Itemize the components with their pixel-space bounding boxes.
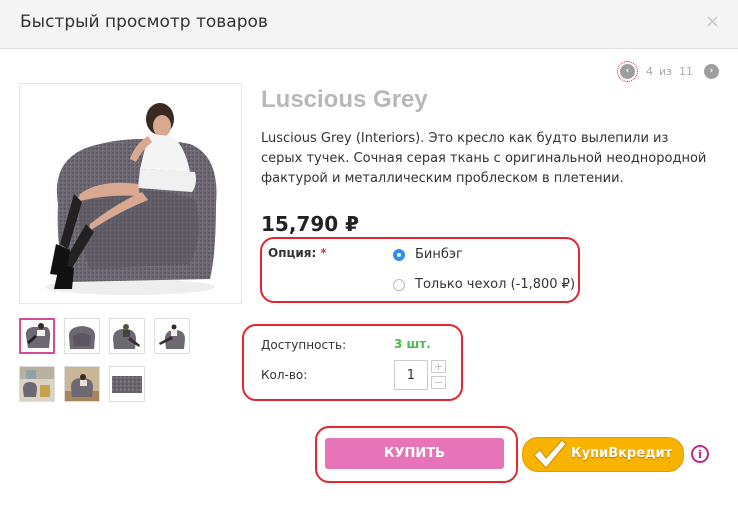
- thumbnail-4[interactable]: [154, 318, 190, 354]
- checkmark-icon: [533, 439, 567, 469]
- pager-of: из: [659, 64, 672, 78]
- radio-checked-icon[interactable]: [393, 248, 405, 261]
- modal-title: Быстрый просмотр товаров: [20, 12, 268, 32]
- info-icon[interactable]: i: [691, 445, 709, 463]
- buy-on-credit-button[interactable]: КупиВкредит: [522, 437, 684, 472]
- option-radio-cover-only[interactable]: Только чехол (-1,800 ₽): [393, 277, 575, 292]
- product-pager: ‹ 4 из 11 ›: [617, 60, 719, 82]
- thumbnail-1[interactable]: [19, 318, 55, 354]
- availability-label: Доступность:: [261, 338, 347, 352]
- pager-total: 11: [679, 64, 693, 78]
- thumbnail-5[interactable]: [19, 366, 55, 402]
- availability-value: 3 шт.: [394, 337, 431, 351]
- option-label-text: Опция:: [268, 246, 317, 260]
- quantity-label: Кол-во:: [261, 368, 308, 382]
- chevron-left-icon[interactable]: ‹: [617, 60, 638, 82]
- quantity-plus-button[interactable]: +: [431, 360, 446, 373]
- option-choice-label: Только чехол (-1,800 ₽): [415, 277, 576, 292]
- thumbnail-6[interactable]: [64, 366, 100, 402]
- quantity-minus-button[interactable]: −: [431, 376, 446, 389]
- product-main-image[interactable]: [19, 83, 242, 304]
- required-mark: *: [320, 246, 327, 260]
- chevron-right-icon[interactable]: ›: [704, 63, 719, 79]
- modal-header: Быстрый просмотр товаров ×: [0, 0, 738, 49]
- thumbnail-7[interactable]: [109, 366, 145, 402]
- option-radio-beanbag[interactable]: Бинбэг: [393, 247, 463, 262]
- pager-current: 4: [646, 64, 653, 78]
- beanbag-chair-photo: [45, 103, 217, 295]
- credit-button-label: КупиВкредит: [571, 446, 673, 461]
- radio-unchecked-icon[interactable]: [393, 278, 405, 291]
- thumbnail-2[interactable]: [64, 318, 100, 354]
- option-label: Опция: *: [268, 246, 327, 260]
- highlight-quantity-box: [242, 324, 463, 401]
- buy-button[interactable]: КУПИТЬ: [325, 438, 504, 469]
- product-description: Luscious Grey (Interiors). Это кресло ка…: [261, 131, 707, 186]
- thumbnail-3[interactable]: [109, 318, 145, 354]
- option-choice-label: Бинбэг: [415, 247, 463, 262]
- quantity-input[interactable]: [394, 360, 428, 390]
- product-title: Luscious Grey: [261, 86, 428, 113]
- product-price: 15,790 ₽: [261, 212, 360, 236]
- close-icon[interactable]: ×: [705, 11, 720, 32]
